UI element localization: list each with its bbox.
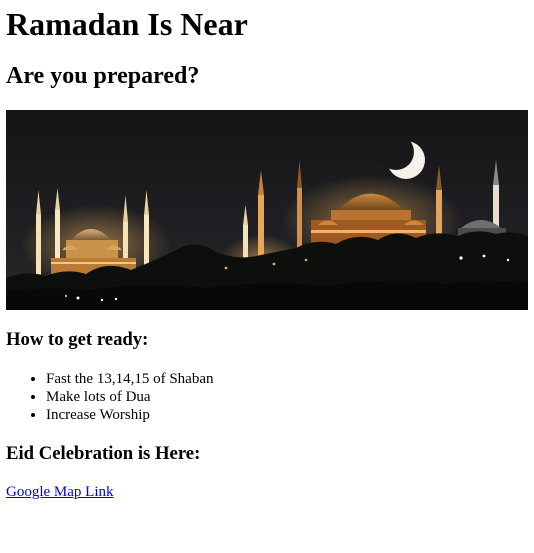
mosque-night-photo xyxy=(6,110,528,310)
prep-heading: How to get ready: xyxy=(6,329,149,350)
page-subtitle: Are you prepared? xyxy=(6,63,200,89)
prep-list: Fast the 13,14,15 of Shaban Make lots of… xyxy=(6,370,213,424)
page-title: Ramadan Is Near xyxy=(6,6,248,42)
list-item: Increase Worship xyxy=(46,406,213,424)
google-map-link[interactable]: Google Map Link xyxy=(6,483,113,501)
list-item: Fast the 13,14,15 of Shaban xyxy=(46,370,213,388)
eid-heading: Eid Celebration is Here: xyxy=(6,443,201,464)
list-item: Make lots of Dua xyxy=(46,388,213,406)
